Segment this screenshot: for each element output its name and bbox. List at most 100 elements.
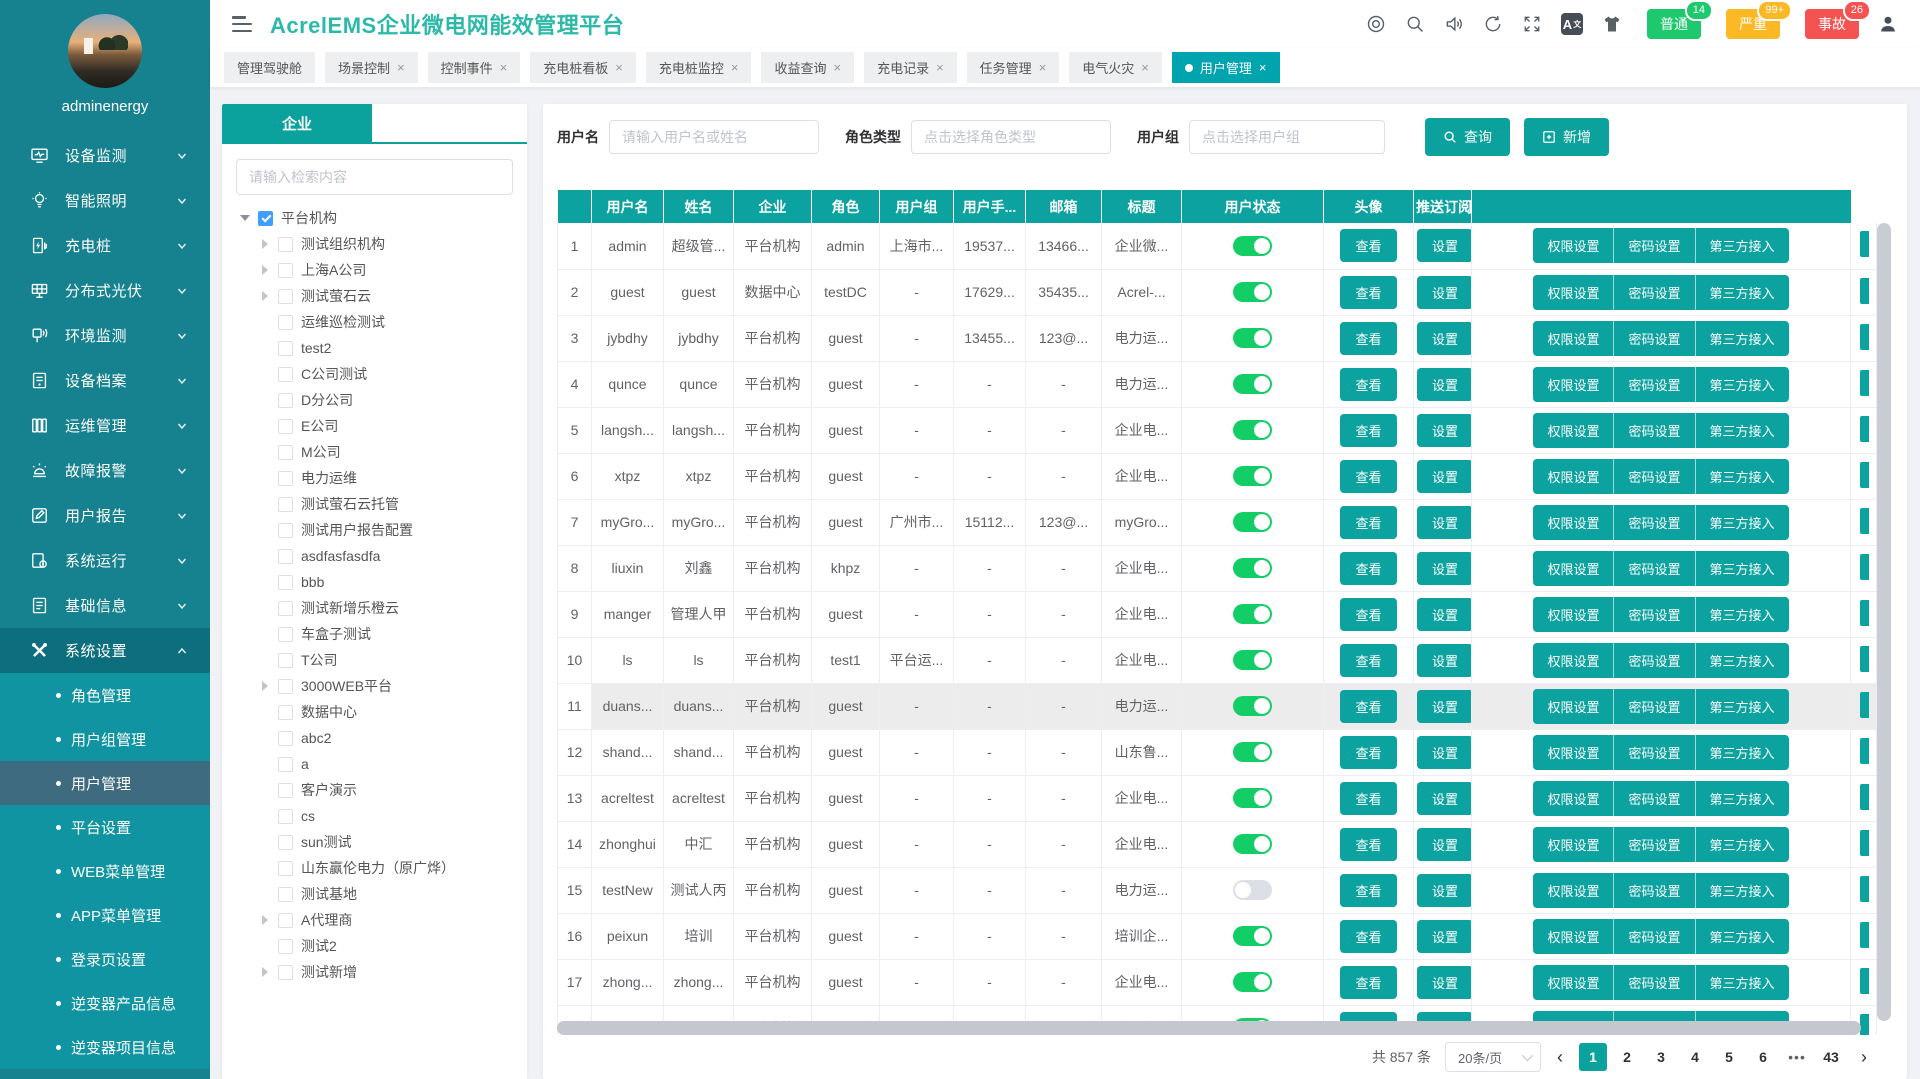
tree-checkbox[interactable]: [278, 783, 293, 798]
tab-管理驾驶舱[interactable]: 管理驾驶舱: [224, 52, 315, 83]
status-toggle[interactable]: [1233, 880, 1272, 900]
speaker-icon[interactable]: [1444, 14, 1464, 34]
page-button-2[interactable]: 2: [1613, 1043, 1641, 1071]
permission-settings-button[interactable]: 权限设置: [1533, 781, 1614, 816]
tree-checkbox[interactable]: [278, 575, 293, 590]
tree-checkbox[interactable]: [278, 653, 293, 668]
user-icon[interactable]: [1878, 14, 1898, 34]
page-button-5[interactable]: 5: [1715, 1043, 1743, 1071]
status-toggle[interactable]: [1233, 420, 1272, 440]
view-avatar-button[interactable]: 查看: [1340, 322, 1396, 355]
tree-node-电力运维[interactable]: 电力运维: [222, 465, 527, 491]
page-button-1[interactable]: 1: [1579, 1043, 1607, 1071]
push-subscribe-button[interactable]: 设置: [1417, 229, 1472, 262]
tree-checkbox[interactable]: [278, 237, 293, 252]
page-size-select[interactable]: 20条/页: [1445, 1042, 1541, 1072]
page-button-4[interactable]: 4: [1681, 1043, 1709, 1071]
sidebar-subitem-APP菜单管理[interactable]: APP菜单管理: [0, 893, 210, 937]
push-subscribe-button[interactable]: 设置: [1417, 690, 1472, 723]
status-toggle[interactable]: [1233, 972, 1272, 992]
caret-right-icon[interactable]: [256, 291, 274, 301]
permission-settings-button[interactable]: 权限设置: [1533, 367, 1614, 402]
push-subscribe-button[interactable]: 设置: [1417, 736, 1472, 769]
sidebar-item-充电桩[interactable]: 充电桩: [0, 223, 210, 268]
tree-checkbox[interactable]: [278, 757, 293, 772]
push-subscribe-button[interactable]: 设置: [1417, 276, 1472, 309]
tree-checkbox[interactable]: [278, 705, 293, 720]
status-toggle[interactable]: [1233, 282, 1272, 302]
status-toggle[interactable]: [1233, 512, 1272, 532]
tree-node-测试新增[interactable]: 测试新增: [222, 959, 527, 985]
permission-settings-button[interactable]: 权限设置: [1533, 413, 1614, 448]
permission-settings-button[interactable]: 权限设置: [1533, 919, 1614, 954]
password-settings-button[interactable]: 密码设置: [1614, 321, 1695, 356]
sidebar-item-设备监测[interactable]: 设备监测: [0, 133, 210, 178]
sidebar-item-系统设置[interactable]: 系统设置: [0, 628, 210, 673]
sidebar-subitem-逆变器项目信息[interactable]: 逆变器项目信息: [0, 1025, 210, 1069]
password-settings-button[interactable]: 密码设置: [1614, 228, 1695, 263]
tree-node-T公司[interactable]: T公司: [222, 647, 527, 673]
tree-node-root[interactable]: 平台机构: [222, 205, 527, 231]
third-party-access-button[interactable]: 第三方接入: [1696, 413, 1789, 448]
horizontal-scrollbar[interactable]: [557, 1021, 1861, 1035]
third-party-access-button[interactable]: 第三方接入: [1696, 321, 1789, 356]
permission-settings-button[interactable]: 权限设置: [1533, 275, 1614, 310]
tree-checkbox[interactable]: [278, 887, 293, 902]
permission-settings-button[interactable]: 权限设置: [1533, 735, 1614, 770]
view-avatar-button[interactable]: 查看: [1340, 598, 1396, 631]
third-party-access-button[interactable]: 第三方接入: [1696, 919, 1789, 954]
tree-node-测试萤石云托管[interactable]: 测试萤石云托管: [222, 491, 527, 517]
password-settings-button[interactable]: 密码设置: [1614, 275, 1695, 310]
tree-node-sun测试[interactable]: sun测试: [222, 829, 527, 855]
caret-right-icon[interactable]: [256, 967, 274, 977]
tree-checkbox[interactable]: [278, 471, 293, 486]
tree-node-A代理商[interactable]: A代理商: [222, 907, 527, 933]
tab-enterprise[interactable]: 企业: [222, 104, 372, 142]
status-toggle[interactable]: [1233, 834, 1272, 854]
status-toggle[interactable]: [1233, 788, 1272, 808]
tree-checkbox[interactable]: [278, 419, 293, 434]
next-page-button[interactable]: ›: [1859, 1048, 1869, 1066]
status-toggle[interactable]: [1233, 926, 1272, 946]
password-settings-button[interactable]: 密码设置: [1614, 459, 1695, 494]
tree-checkbox[interactable]: [278, 731, 293, 746]
permission-settings-button[interactable]: 权限设置: [1533, 965, 1614, 1000]
tree-node-测试基地[interactable]: 测试基地: [222, 881, 527, 907]
tree-node-C公司测试[interactable]: C公司测试: [222, 361, 527, 387]
sidebar-item-智能照明[interactable]: 智能照明: [0, 178, 210, 223]
push-subscribe-button[interactable]: 设置: [1417, 966, 1472, 999]
permission-settings-button[interactable]: 权限设置: [1533, 643, 1614, 678]
tab-控制事件[interactable]: 控制事件×: [428, 52, 521, 83]
close-icon[interactable]: ×: [1039, 61, 1047, 74]
tree-node-a[interactable]: a: [222, 751, 527, 777]
theme-icon[interactable]: [1602, 14, 1622, 34]
third-party-access-button[interactable]: 第三方接入: [1696, 689, 1789, 724]
user-avatar[interactable]: [68, 14, 142, 88]
third-party-access-button[interactable]: 第三方接入: [1696, 643, 1789, 678]
third-party-access-button[interactable]: 第三方接入: [1696, 367, 1789, 402]
view-avatar-button[interactable]: 查看: [1340, 828, 1396, 861]
status-toggle[interactable]: [1233, 558, 1272, 578]
tree-node-测试组织机构[interactable]: 测试组织机构: [222, 231, 527, 257]
push-subscribe-button[interactable]: 设置: [1417, 920, 1472, 953]
password-settings-button[interactable]: 密码设置: [1614, 505, 1695, 540]
permission-settings-button[interactable]: 权限设置: [1533, 597, 1614, 632]
tree-checkbox[interactable]: [278, 367, 293, 382]
tree-checkbox[interactable]: [278, 289, 293, 304]
permission-settings-button[interactable]: 权限设置: [1533, 689, 1614, 724]
headset-icon[interactable]: [1366, 14, 1386, 34]
permission-settings-button[interactable]: 权限设置: [1533, 873, 1614, 908]
close-icon[interactable]: ×: [1259, 61, 1267, 74]
sidebar-item-系统运行[interactable]: 系统运行: [0, 538, 210, 583]
page-button-6[interactable]: 6: [1749, 1043, 1777, 1071]
tree-search-input[interactable]: [236, 159, 513, 195]
tree-checkbox[interactable]: [278, 939, 293, 954]
tree-node-车盒子测试[interactable]: 车盒子测试: [222, 621, 527, 647]
tree-checkbox[interactable]: [258, 211, 273, 226]
third-party-access-button[interactable]: 第三方接入: [1696, 551, 1789, 586]
status-toggle[interactable]: [1233, 374, 1272, 394]
password-settings-button[interactable]: 密码设置: [1614, 735, 1695, 770]
push-subscribe-button[interactable]: 设置: [1417, 782, 1472, 815]
tree-node-测试用户报告配置[interactable]: 测试用户报告配置: [222, 517, 527, 543]
tree-checkbox[interactable]: [278, 341, 293, 356]
